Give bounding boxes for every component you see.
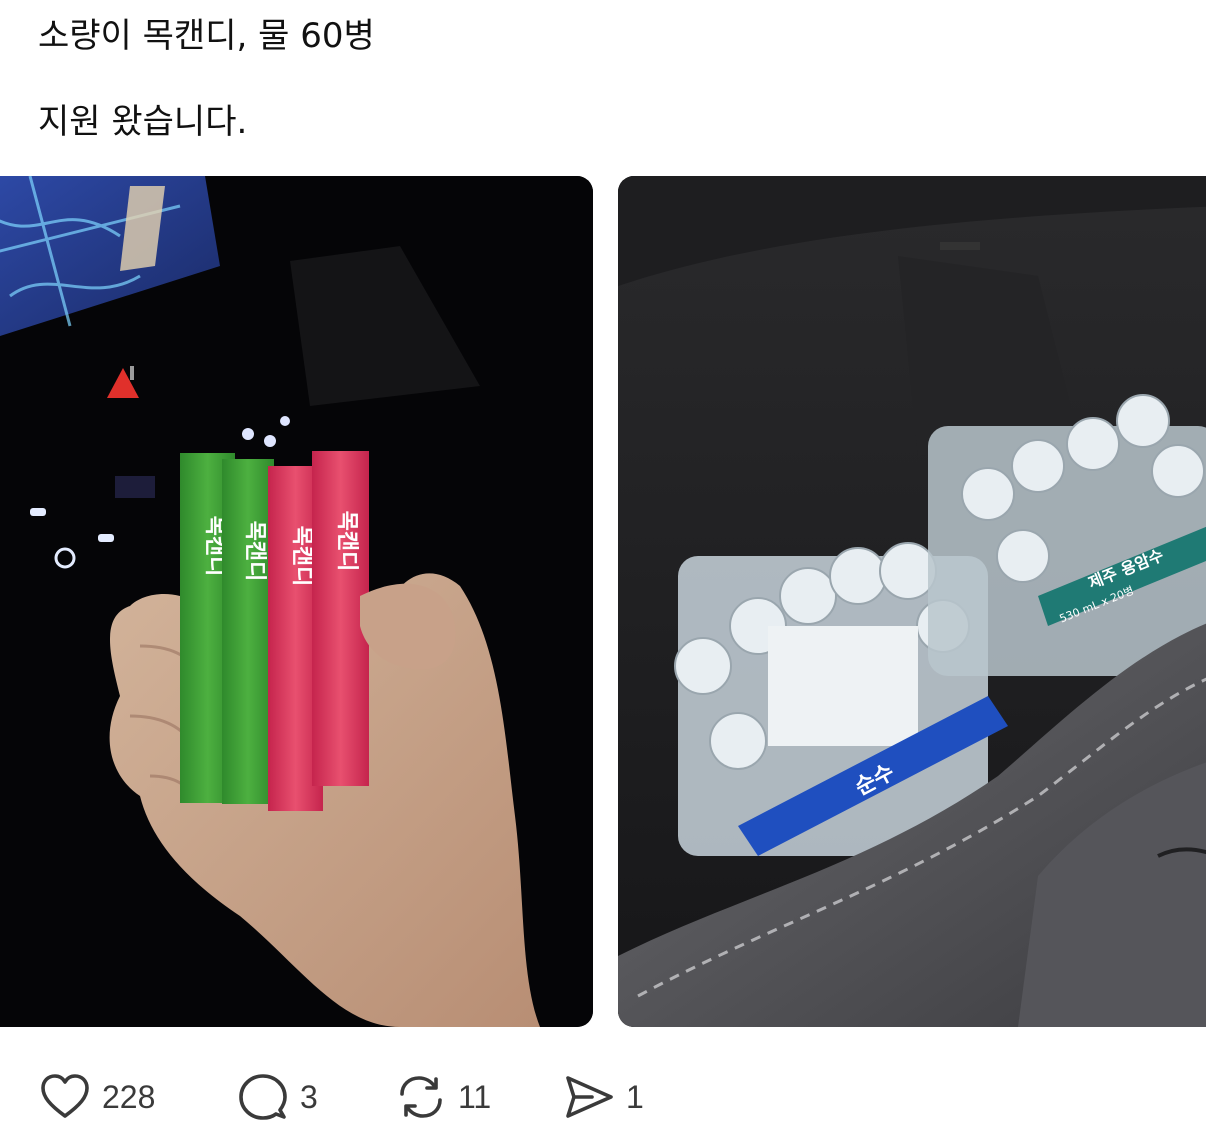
media-carousel[interactable]: 목캔디 목캔디 목캔디 목캔디 순수 제주 용암수 530 mL x 20병 [0,176,1206,1027]
post-line-2: 지원 왔습니다. [38,102,248,142]
svg-text:목캔디: 목캔디 [334,511,359,572]
photo-candy-boxes[interactable]: 목캔디 목캔디 목캔디 목캔디 [0,176,593,1027]
post-text: 소량이 목캔디, 물 60병 지원 왔습니다. [38,14,1178,144]
candy-box-green-2: 목캔디 [222,459,274,804]
post-actions: 228 3 11 1 [38,1070,682,1124]
photo-candy-illustration: 목캔디 목캔디 목캔디 목캔디 [0,176,593,1027]
share-button[interactable]: 1 [562,1070,682,1124]
repost-count: 11 [458,1078,492,1115]
heart-icon [38,1070,92,1124]
reply-count: 3 [300,1078,318,1115]
repost-icon [394,1070,448,1124]
like-button[interactable]: 228 [38,1070,236,1124]
photo-water-bottles[interactable]: 순수 제주 용암수 530 mL x 20병 [618,176,1206,1027]
water-pack-2: 제주 용암수 530 mL x 20병 [928,394,1206,676]
send-icon [562,1070,616,1124]
speech-bubble-icon [236,1070,290,1124]
post-line-1: 소량이 목캔디, 물 60병 [38,16,375,56]
reply-button[interactable]: 3 [236,1070,394,1124]
share-count: 1 [626,1078,644,1115]
photo-water-illustration: 순수 제주 용암수 530 mL x 20병 [618,176,1206,1027]
repost-button[interactable]: 11 [394,1070,562,1124]
like-count: 228 [102,1078,156,1115]
svg-text:목캔디: 목캔디 [289,526,314,587]
svg-text:목캔디: 목캔디 [242,521,267,582]
